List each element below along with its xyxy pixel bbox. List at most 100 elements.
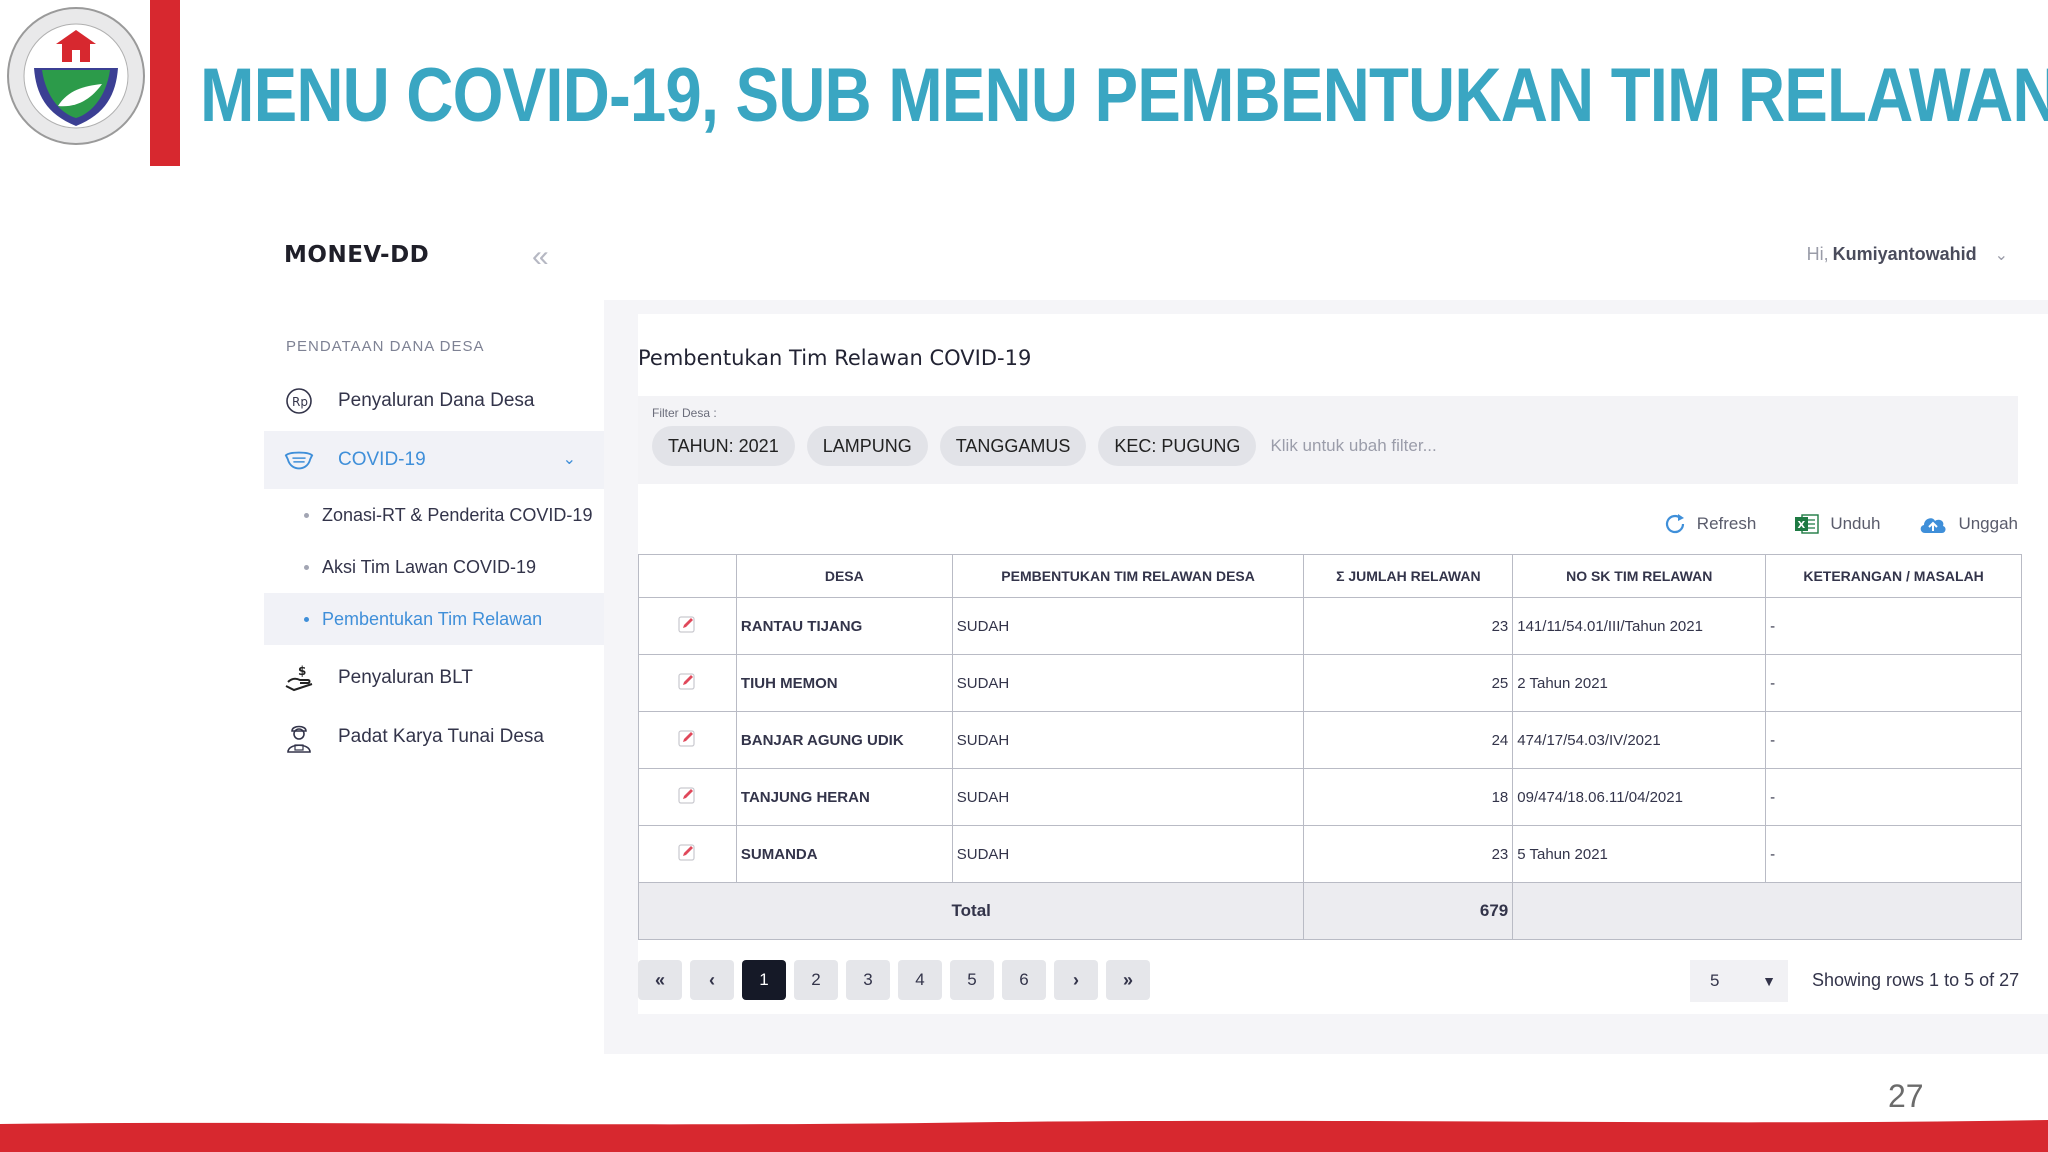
sidebar-item-label: Penyaluran BLT [338, 667, 473, 688]
collapse-sidebar-icon[interactable]: « [532, 242, 549, 272]
edit-button[interactable] [638, 825, 737, 883]
cell-status: SUDAH [951, 825, 1305, 883]
cell-no-sk: 2 Tahun 2021 [1512, 654, 1767, 712]
cell-no-sk: 474/17/54.03/IV/2021 [1512, 711, 1767, 769]
sidebar-subitem-pembentukan-tim-relawan[interactable]: Pembentukan Tim Relawan [264, 593, 604, 645]
page-title: Pembentukan Tim Relawan COVID-19 [638, 346, 1032, 370]
filter-chips: TAHUN: 2021 LAMPUNG TANGGAMUS KEC: PUGUN… [652, 426, 1437, 466]
bullet-icon [304, 616, 309, 622]
pencil-icon [678, 787, 696, 804]
filter-hint[interactable]: Klik untuk ubah filter... [1270, 436, 1436, 456]
cash-hand-icon: $ [284, 663, 314, 693]
pencil-icon [678, 673, 696, 690]
cell-keterangan: - [1765, 711, 2022, 769]
filter-chip-tahun[interactable]: TAHUN: 2021 [652, 426, 795, 466]
sidebar-item-penyaluran-dana-desa[interactable]: Rp Penyaluran Dana Desa [264, 372, 604, 430]
sidebar-item-label: Penyaluran Dana Desa [338, 390, 535, 411]
cell-jumlah: 18 [1303, 768, 1514, 826]
pencil-icon [678, 616, 696, 633]
cell-desa: BANJAR AGUNG UDIK [735, 711, 953, 769]
cell-desa: TANJUNG HERAN [735, 768, 953, 826]
table-row: BANJAR AGUNG UDIK SUDAH 24 474/17/54.03/… [638, 711, 2022, 769]
upload-label: Unggah [1958, 514, 2018, 533]
edit-button[interactable] [638, 768, 737, 826]
rows-per-page-select[interactable]: 5 ▼ [1690, 960, 1788, 1002]
filter-bar: Filter Desa : TAHUN: 2021 LAMPUNG TANGGA… [638, 396, 2018, 484]
sidebar-subitem-label: Aksi Tim Lawan COVID-19 [322, 556, 537, 577]
chevron-down-icon: ⌄ [562, 451, 576, 468]
sidebar-subitem-label: Zonasi-RT & Penderita COVID-19 [322, 504, 593, 525]
bottom-decorative-band [0, 1120, 2048, 1152]
column-header-jumlah[interactable]: Σ JUMLAH RELAWAN [1303, 554, 1514, 598]
column-header-desa[interactable]: DESA [735, 554, 953, 598]
edit-button[interactable] [638, 597, 737, 655]
filter-chip-kecamatan[interactable]: KEC: PUGUNG [1098, 426, 1257, 466]
cell-desa: SUMANDA [735, 825, 953, 883]
next-page-button[interactable]: › [1054, 960, 1098, 1000]
table-row: SUMANDA SUDAH 23 5 Tahun 2021 - [638, 825, 2022, 883]
first-page-button[interactable]: « [638, 960, 682, 1000]
title-accent-bar [150, 0, 180, 166]
column-header-pembentukan[interactable]: PEMBENTUKAN TIM RELAWAN DESA [951, 554, 1305, 598]
top-bar: Hi, Kumiyantowahid ⌄ [604, 218, 2048, 300]
pencil-icon [678, 730, 696, 747]
ministry-logo [7, 7, 145, 145]
prev-page-button[interactable]: ‹ [690, 960, 734, 1000]
sidebar-item-padat-karya[interactable]: Padat Karya Tunai Desa [264, 708, 604, 766]
refresh-button[interactable]: Refresh [1663, 512, 1756, 536]
edit-button[interactable] [638, 711, 737, 769]
sidebar: MONEV-DD « PENDATAAN DANA DESA Rp Penyal… [264, 218, 604, 1054]
sidebar-subitem-zonasi[interactable]: Zonasi-RT & Penderita COVID-19 [264, 489, 604, 541]
table-total-row: Total 679 [637, 882, 2022, 940]
relawan-table: DESA PEMBENTUKAN TIM RELAWAN DESA Σ JUML… [637, 554, 2022, 940]
sidebar-item-label: COVID-19 [338, 449, 426, 470]
page-button-5[interactable]: 5 [950, 960, 994, 1000]
slide-title: MENU COVID-19, SUB MENU PEMBENTUKAN TIM … [200, 53, 2048, 138]
cell-keterangan: - [1765, 825, 2022, 883]
total-empty-cell [1512, 882, 2022, 940]
sidebar-item-label: Padat Karya Tunai Desa [338, 726, 544, 747]
download-label: Unduh [1830, 514, 1881, 533]
last-page-button[interactable]: » [1106, 960, 1150, 1000]
brand-logo[interactable]: MONEV-DD [284, 242, 429, 268]
filter-chip-kabupaten[interactable]: TANGGAMUS [939, 426, 1087, 466]
svg-text:X: X [1798, 520, 1806, 531]
table-row: TANJUNG HERAN SUDAH 18 09/474/18.06.11/0… [638, 768, 2022, 826]
upload-button[interactable]: Unggah [1918, 512, 2018, 536]
cell-status: SUDAH [951, 654, 1305, 712]
bullet-icon [304, 512, 309, 518]
cell-keterangan: - [1765, 654, 2022, 712]
sidebar-section-label: PENDATAAN DANA DESA [286, 338, 485, 355]
chevron-down-icon: ▼ [1762, 973, 1776, 989]
cloud-upload-icon [1918, 512, 1948, 536]
edit-button[interactable] [638, 654, 737, 712]
table-header-row: DESA PEMBENTUKAN TIM RELAWAN DESA Σ JUML… [638, 554, 2022, 598]
cell-keterangan: - [1765, 597, 2022, 655]
total-label: Total [637, 882, 1305, 940]
page-button-1[interactable]: 1 [742, 960, 786, 1000]
chevron-down-icon: ⌄ [1994, 246, 2008, 264]
content-card: Pembentukan Tim Relawan COVID-19 Filter … [637, 314, 2048, 1014]
greeting-text: Hi, [1806, 244, 1829, 264]
filter-chip-provinsi[interactable]: LAMPUNG [806, 426, 928, 466]
page-button-4[interactable]: 4 [898, 960, 942, 1000]
app-window: MONEV-DD « PENDATAAN DANA DESA Rp Penyal… [264, 218, 2048, 1054]
column-header-keterangan[interactable]: KETERANGAN / MASALAH [1765, 554, 2022, 598]
cell-jumlah: 25 [1303, 654, 1514, 712]
cell-no-sk: 5 Tahun 2021 [1512, 825, 1767, 883]
mask-icon [284, 445, 314, 475]
cell-no-sk: 09/474/18.06.11/04/2021 [1512, 768, 1767, 826]
column-header-no-sk[interactable]: NO SK TIM RELAWAN [1512, 554, 1767, 598]
user-menu[interactable]: Hi, Kumiyantowahid ⌄ [1807, 244, 2008, 265]
pagination: « ‹ 1 2 3 4 5 6 › » [638, 960, 1158, 1000]
page-button-3[interactable]: 3 [846, 960, 890, 1000]
page-button-2[interactable]: 2 [794, 960, 838, 1000]
sidebar-item-penyaluran-blt[interactable]: $ Penyaluran BLT [264, 649, 604, 707]
cell-no-sk: 141/11/54.01/III/Tahun 2021 [1512, 597, 1767, 655]
download-button[interactable]: X Unduh [1794, 512, 1880, 536]
page-button-6[interactable]: 6 [1002, 960, 1046, 1000]
sidebar-item-covid-19[interactable]: COVID-19 ⌄ [264, 431, 604, 489]
table-actions: Refresh X Unduh Unggah [1625, 512, 2018, 536]
sidebar-subitem-aksi-tim[interactable]: Aksi Tim Lawan COVID-19 [264, 541, 604, 593]
cell-status: SUDAH [951, 768, 1305, 826]
